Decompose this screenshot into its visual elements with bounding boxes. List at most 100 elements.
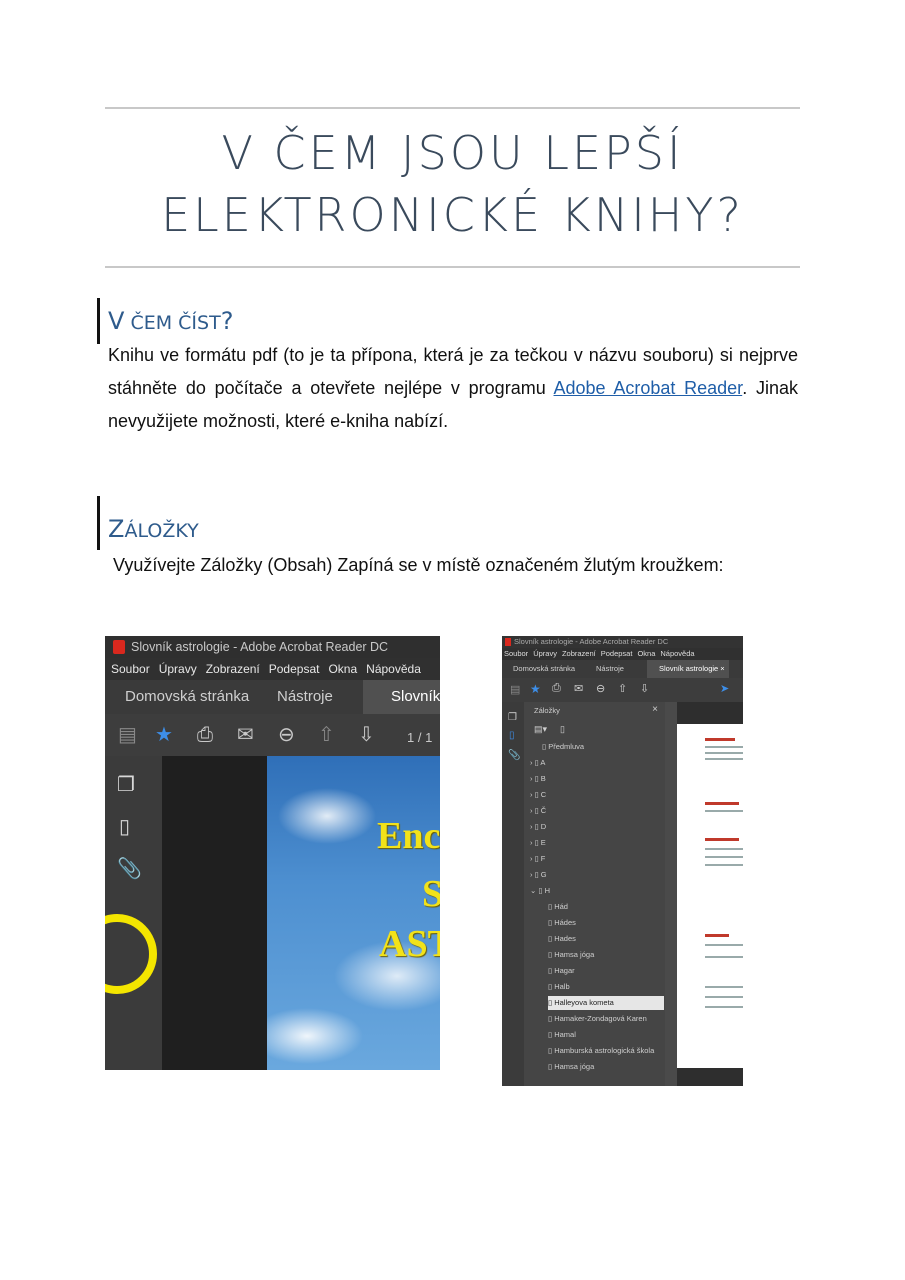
adobe-reader-link[interactable]: Adobe Acrobat Reader bbox=[554, 378, 743, 398]
bookmark-icon[interactable]: ▯ bbox=[509, 730, 515, 741]
attachment-icon[interactable]: 📎 bbox=[117, 856, 142, 881]
star-icon[interactable]: ★ bbox=[155, 723, 173, 747]
menu-zobrazeni[interactable]: Zobrazení bbox=[206, 662, 260, 676]
bookmark-item[interactable]: › ▯ B bbox=[530, 772, 664, 786]
pages-icon[interactable]: ❐ bbox=[508, 712, 517, 723]
pane-divider[interactable] bbox=[665, 702, 677, 1086]
tab-document[interactable]: Slovník astrologie × bbox=[647, 660, 729, 678]
tab-home[interactable]: Domovská stránka bbox=[513, 660, 575, 678]
window-titlebar: Slovník astrologie - Adobe Acrobat Reade… bbox=[105, 636, 440, 658]
page-text-line bbox=[705, 864, 743, 866]
bookmark-label: Hamsa jóga bbox=[554, 950, 595, 959]
bookmark-item[interactable]: ▯ Hamburská astrologická škola bbox=[548, 1044, 664, 1058]
menu-bar: Soubor Úpravy Zobrazení Podepsat Okna Nápověd… bbox=[105, 658, 440, 680]
page-down-icon[interactable]: ⇩ bbox=[358, 723, 375, 747]
bookmark-item[interactable]: ▯ Hád bbox=[548, 900, 664, 914]
bookmark-item[interactable]: › ▯ D bbox=[530, 820, 664, 834]
bookmark-label: F bbox=[540, 854, 546, 863]
page-indicator[interactable]: 1 / 1 bbox=[407, 726, 432, 750]
bookmark-item[interactable]: ▯ Hamsa jóga bbox=[548, 1060, 664, 1074]
bottom-rule bbox=[105, 266, 800, 268]
pdf-app-icon bbox=[505, 638, 511, 646]
options-icon[interactable]: ▤▾ bbox=[534, 724, 547, 735]
toolbar: ▤ ★ ⎙ ✉ ⊖ ⇧ ⇩ 1 / 1 bbox=[105, 714, 440, 756]
close-icon[interactable]: × bbox=[652, 704, 658, 715]
page-text-line bbox=[705, 996, 743, 998]
menu-soubor[interactable]: Soubor bbox=[504, 649, 528, 658]
menu-napoveda[interactable]: Nápověda bbox=[366, 662, 421, 676]
bookmark-item[interactable]: ▯ Hamsa jóga bbox=[548, 948, 664, 962]
menu-soubor[interactable]: Soubor bbox=[111, 662, 150, 676]
tab-tools[interactable]: Nástroje bbox=[596, 660, 624, 678]
bookmark-item[interactable]: ⌄ ▯ H bbox=[530, 884, 664, 898]
cursor-icon[interactable]: ➤ bbox=[720, 682, 729, 695]
add-bookmark-icon[interactable]: ▯ bbox=[560, 724, 565, 735]
bookmark-item[interactable]: ▯ Hamal bbox=[548, 1028, 664, 1042]
print-icon[interactable]: ⎙ bbox=[197, 723, 213, 747]
section-heading-zalozky: ZÁLOŽKY bbox=[108, 514, 199, 546]
window-titlebar: Slovník astrologie - Adobe Acrobat Reade… bbox=[502, 636, 743, 648]
menu-upravy[interactable]: Úpravy bbox=[159, 662, 197, 676]
menu-okna[interactable]: Okna bbox=[637, 649, 655, 658]
bookmark-item[interactable]: › ▯ A bbox=[530, 756, 664, 770]
page-title: V ČEM JSOU LEPŠÍ ELEKTRONICKÉ KNIHY? bbox=[105, 122, 800, 246]
bookmark-label: A bbox=[540, 758, 546, 767]
tab-bar: Domovská stránka Nástroje Slovník astrol… bbox=[502, 660, 743, 678]
attachment-icon[interactable]: 📎 bbox=[508, 750, 520, 761]
bookmark-label: B bbox=[540, 774, 546, 783]
bookmark-item[interactable]: ▯ Hagar bbox=[548, 964, 664, 978]
bookmark-label: E bbox=[540, 838, 546, 847]
bookmark-item[interactable]: › ▯ Č bbox=[530, 804, 664, 818]
page-text-line bbox=[705, 758, 743, 760]
page-down-icon[interactable]: ⇩ bbox=[640, 682, 649, 695]
bookmark-item[interactable]: ▯ Halleyova kometa bbox=[548, 996, 664, 1010]
heading-mark: ? bbox=[220, 307, 234, 335]
star-icon[interactable]: ★ bbox=[530, 682, 541, 696]
section-bar-1 bbox=[97, 298, 100, 344]
menu-podepsat[interactable]: Podepsat bbox=[269, 662, 320, 676]
navigation-pane bbox=[162, 756, 267, 1070]
bookmark-label: D bbox=[540, 822, 547, 831]
bookmark-item[interactable]: ▯ Hádes bbox=[548, 916, 664, 930]
tab-document[interactable]: Slovník a bbox=[363, 680, 440, 714]
print-icon[interactable]: ⎙ bbox=[552, 682, 561, 695]
paragraph-reader: Knihu ve formátu pdf (to je ta přípona, … bbox=[108, 339, 798, 438]
section-bar-2 bbox=[97, 496, 100, 550]
zoom-out-icon[interactable]: ⊖ bbox=[278, 723, 295, 747]
menu-okna[interactable]: Okna bbox=[328, 662, 357, 676]
bookmark-label: Hades bbox=[554, 934, 576, 943]
save-icon[interactable]: ▤ bbox=[510, 683, 520, 696]
save-icon[interactable]: ▤ bbox=[118, 723, 137, 747]
bookmark-icon[interactable]: ▯ bbox=[119, 814, 130, 839]
menu-podepsat[interactable]: Podepsat bbox=[601, 649, 633, 658]
bookmark-item[interactable]: › ▯ E bbox=[530, 836, 664, 850]
zoom-out-icon[interactable]: ⊖ bbox=[596, 682, 605, 695]
bookmark-item[interactable]: ▯ Halb bbox=[548, 980, 664, 994]
bookmark-label: Hamsa jóga bbox=[554, 1062, 595, 1071]
bookmark-label: C bbox=[540, 790, 547, 799]
page-text-line bbox=[705, 856, 743, 858]
bookmark-item[interactable]: ▯ Předmluva bbox=[542, 740, 664, 754]
page-heading-mark bbox=[705, 934, 729, 937]
bookmark-item[interactable]: ▯ Hades bbox=[548, 932, 664, 946]
tab-home[interactable]: Domovská stránka bbox=[125, 680, 249, 714]
bookmark-item[interactable]: › ▯ G bbox=[530, 868, 664, 882]
bookmark-item[interactable]: › ▯ C bbox=[530, 788, 664, 802]
mail-icon[interactable]: ✉ bbox=[574, 682, 583, 695]
bookmark-item[interactable]: › ▯ F bbox=[530, 852, 664, 866]
menu-upravy[interactable]: Úpravy bbox=[533, 649, 557, 658]
menu-bar: Soubor Úpravy Zobrazení Podepsat Okna Nápověd… bbox=[502, 648, 743, 660]
page-up-icon[interactable]: ⇧ bbox=[318, 723, 335, 747]
menu-napoveda[interactable]: Nápověda bbox=[660, 649, 694, 658]
tab-tools[interactable]: Nástroje bbox=[277, 680, 333, 714]
cover-line-1: Enc bbox=[377, 815, 440, 857]
mail-icon[interactable]: ✉ bbox=[237, 723, 254, 747]
tab-document-label: Slovník astrologie bbox=[659, 664, 719, 673]
pages-icon[interactable]: ❐ bbox=[117, 772, 135, 797]
bookmark-item[interactable]: ▯ Hamaker-Zondagová Karen bbox=[548, 1012, 664, 1026]
page-up-icon[interactable]: ⇧ bbox=[618, 682, 627, 695]
title-line-1: V ČEM JSOU LEPŠÍ bbox=[221, 126, 684, 180]
heading-initial: V bbox=[108, 307, 125, 335]
menu-zobrazeni[interactable]: Zobrazení bbox=[562, 649, 596, 658]
bookmark-label: Předmluva bbox=[548, 742, 585, 751]
